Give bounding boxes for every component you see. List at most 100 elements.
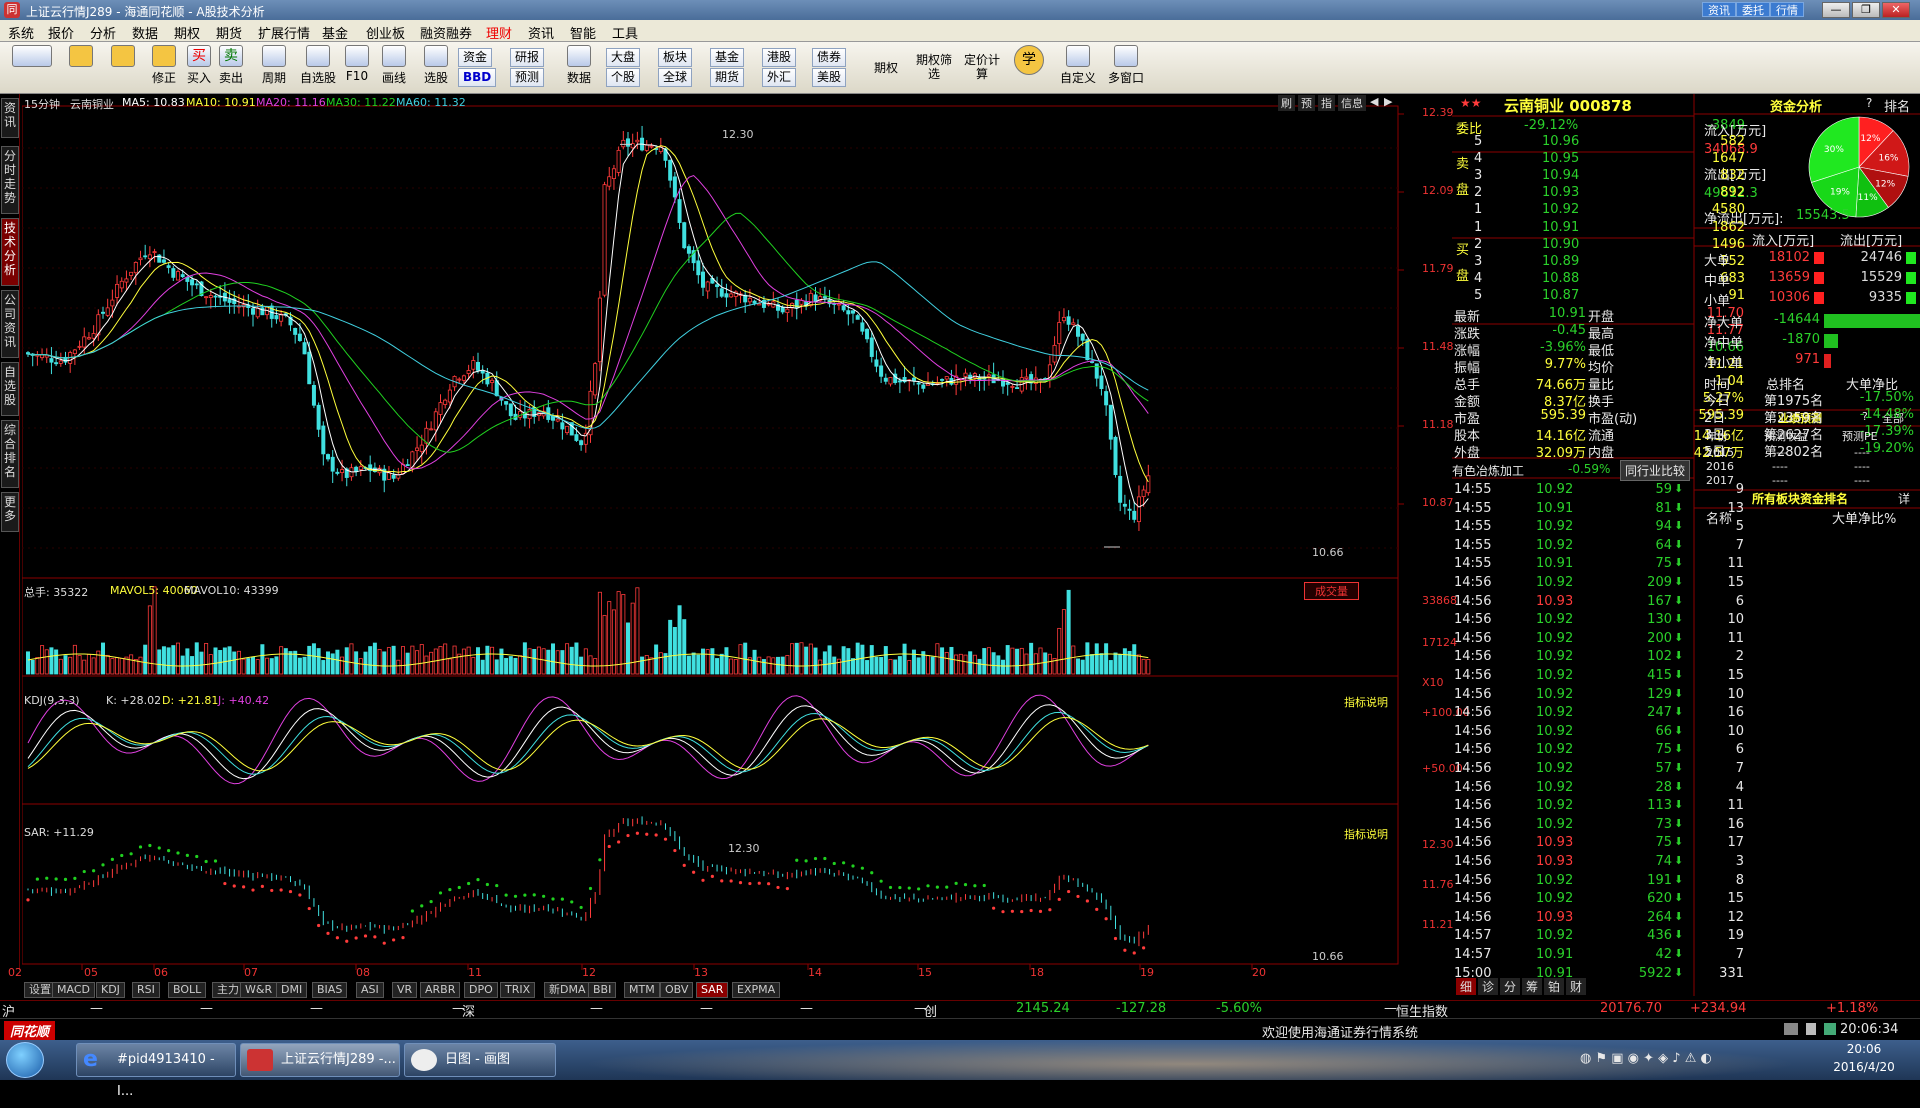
menu-analysis[interactable]: 分析	[90, 23, 116, 42]
learn-button[interactable]: 学	[1012, 45, 1046, 91]
menu-system[interactable]: 系统	[8, 23, 34, 42]
tab-news[interactable]: 资讯	[1, 98, 19, 138]
bbd-button[interactable]: BBD	[458, 68, 497, 87]
global-button[interactable]: 全球	[658, 68, 693, 87]
menu-quote[interactable]: 报价	[48, 23, 74, 42]
sector-name[interactable]: 有色冶炼加工	[1452, 462, 1524, 479]
market-index-button[interactable]: 大盘	[606, 48, 641, 67]
next-icon[interactable]: ▶	[1384, 95, 1392, 108]
sell-button[interactable]: 卖卖出	[216, 45, 246, 91]
refresh-button[interactable]: 刷	[1278, 95, 1295, 111]
indicator-tab[interactable]: DMI	[276, 982, 308, 998]
info-tool-button[interactable]: 信息	[1338, 95, 1366, 111]
indicator-tab[interactable]: 新DMA	[544, 982, 591, 998]
menu-fund[interactable]: 基金	[322, 23, 348, 42]
sar-help-button[interactable]: 指标说明	[1344, 826, 1388, 842]
close-icon[interactable]: ✕	[1882, 2, 1910, 18]
research-button[interactable]: 研报	[510, 48, 545, 67]
indicator-tab[interactable]: SAR	[696, 982, 729, 998]
tab-technical[interactable]: 技术分析	[1, 218, 19, 286]
tick-tab[interactable]: 分	[1500, 978, 1521, 995]
futures-button[interactable]: 期货	[710, 68, 745, 87]
kdj-help-button[interactable]: 指标说明	[1344, 694, 1388, 710]
restore-icon[interactable]: ❐	[1852, 2, 1880, 18]
tab-ranking[interactable]: 综合排名	[1, 420, 19, 488]
bond-button[interactable]: 债券	[812, 48, 847, 67]
volume-selector[interactable]: 成交量	[1304, 582, 1359, 600]
indicator-tab[interactable]: OBV	[660, 982, 694, 998]
stock-button[interactable]: 个股	[606, 68, 641, 87]
clock-date[interactable]: 2016/4/20	[1828, 1060, 1900, 1074]
menu-gem[interactable]: 创业板	[366, 23, 405, 42]
correct-button[interactable]: 修正	[146, 45, 182, 91]
tab-watchlist[interactable]: 自选股	[1, 362, 19, 416]
lock-icon[interactable]	[1806, 1023, 1816, 1035]
tick-tab[interactable]: 诊	[1478, 978, 1499, 995]
menu-finance[interactable]: 理财	[486, 23, 512, 42]
indicator-tab[interactable]: EXPMA	[732, 982, 781, 998]
tick-tab[interactable]: 筹	[1522, 978, 1543, 995]
indicator-tab[interactable]: VR	[392, 982, 418, 998]
taskbar-item-paint[interactable]: 日图 - 画图	[404, 1043, 556, 1077]
news-button[interactable]: 资讯	[1702, 2, 1736, 17]
tick-tab[interactable]: 铂	[1544, 978, 1565, 995]
sector-button[interactable]: 板块	[658, 48, 693, 67]
hk-button[interactable]: 港股	[762, 48, 797, 67]
clock-time[interactable]: 20:06	[1832, 1042, 1896, 1056]
screener-button[interactable]: 选股	[418, 45, 454, 91]
menu-smart[interactable]: 智能	[570, 23, 596, 42]
tab-intraday[interactable]: 分时走势	[1, 146, 19, 214]
multiwindow-button[interactable]: 多窗口	[1104, 45, 1148, 91]
tab-more[interactable]: 更多	[1, 492, 19, 532]
back-button[interactable]	[66, 45, 96, 91]
menu-options[interactable]: 期权	[174, 23, 200, 42]
watchlist-button[interactable]: 自选股	[296, 45, 340, 91]
tick-tab[interactable]: 财	[1566, 978, 1587, 995]
compare-button[interactable]: 同行业比较	[1620, 460, 1691, 481]
sector-detail-button[interactable]: 详	[1898, 490, 1910, 507]
indicator-tab[interactable]: KDJ	[96, 982, 125, 998]
indicator-tab[interactable]: MTM	[624, 982, 660, 998]
f10-button[interactable]: F10	[342, 45, 372, 91]
kline-chart[interactable]	[22, 94, 1450, 970]
market-button[interactable]: 行情	[1770, 2, 1804, 17]
menu-ext-market[interactable]: 扩展行情	[258, 23, 310, 42]
minimize-icon[interactable]: —	[1822, 2, 1850, 18]
us-stock-button[interactable]: 美股	[812, 68, 847, 87]
tray-icons[interactable]: ◍ ⚑ ▣ ◉ ✦ ◈ ♪ ⚠ ◐	[1580, 1051, 1712, 1066]
updown-button[interactable]	[108, 45, 138, 91]
start-button[interactable]	[6, 1042, 44, 1078]
menu-tools[interactable]: 工具	[612, 23, 638, 42]
option-filter-button[interactable]: 期权筛选	[912, 45, 956, 91]
indicator-tab[interactable]: BBI	[588, 982, 617, 998]
indicator-tab[interactable]: ASI	[356, 982, 384, 998]
order-button[interactable]: 委托	[1736, 2, 1770, 17]
indicator-tab[interactable]: W&R	[240, 982, 278, 998]
period-button[interactable]: 周期	[256, 45, 292, 91]
pricing-button[interactable]: 定价计算	[960, 45, 1004, 91]
data-button[interactable]: 数据	[562, 45, 596, 91]
menu-futures[interactable]: 期货	[216, 23, 242, 42]
indicator-tab[interactable]: MACD	[52, 982, 95, 998]
tab-company-news[interactable]: 公司资讯	[1, 290, 19, 358]
fund-button[interactable]: 资金	[458, 48, 493, 67]
fund-list-button[interactable]: 基金	[710, 48, 745, 67]
taskbar-item-tonghuashun[interactable]: 上证云行情J289 -...	[240, 1043, 400, 1077]
tick-tab[interactable]: 细	[1456, 978, 1477, 995]
options-button[interactable]: 期权	[866, 45, 906, 91]
menu-data[interactable]: 数据	[132, 23, 158, 42]
taskbar-item-ie[interactable]: e #pid4913410 - I...	[76, 1043, 236, 1099]
menu-news[interactable]: 资讯	[528, 23, 554, 42]
prev-icon[interactable]: ◀	[1370, 95, 1378, 108]
fund-help-icon[interactable]: ?	[1866, 96, 1872, 110]
predict-button[interactable]: 预测	[510, 68, 545, 87]
custom-button[interactable]: 自定义	[1056, 45, 1100, 91]
buy-button[interactable]: 买买入	[184, 45, 214, 91]
fund-rank-button[interactable]: 排名	[1884, 96, 1910, 115]
indicator-tab[interactable]: DPO	[464, 982, 498, 998]
draw-button[interactable]: 画线	[376, 45, 412, 91]
predict-tool-button[interactable]: 预	[1298, 95, 1315, 111]
indicator-tab[interactable]: ARBR	[420, 982, 461, 998]
menu-margin[interactable]: 融资融券	[420, 23, 472, 42]
indicator-tab[interactable]: TRIX	[500, 982, 536, 998]
